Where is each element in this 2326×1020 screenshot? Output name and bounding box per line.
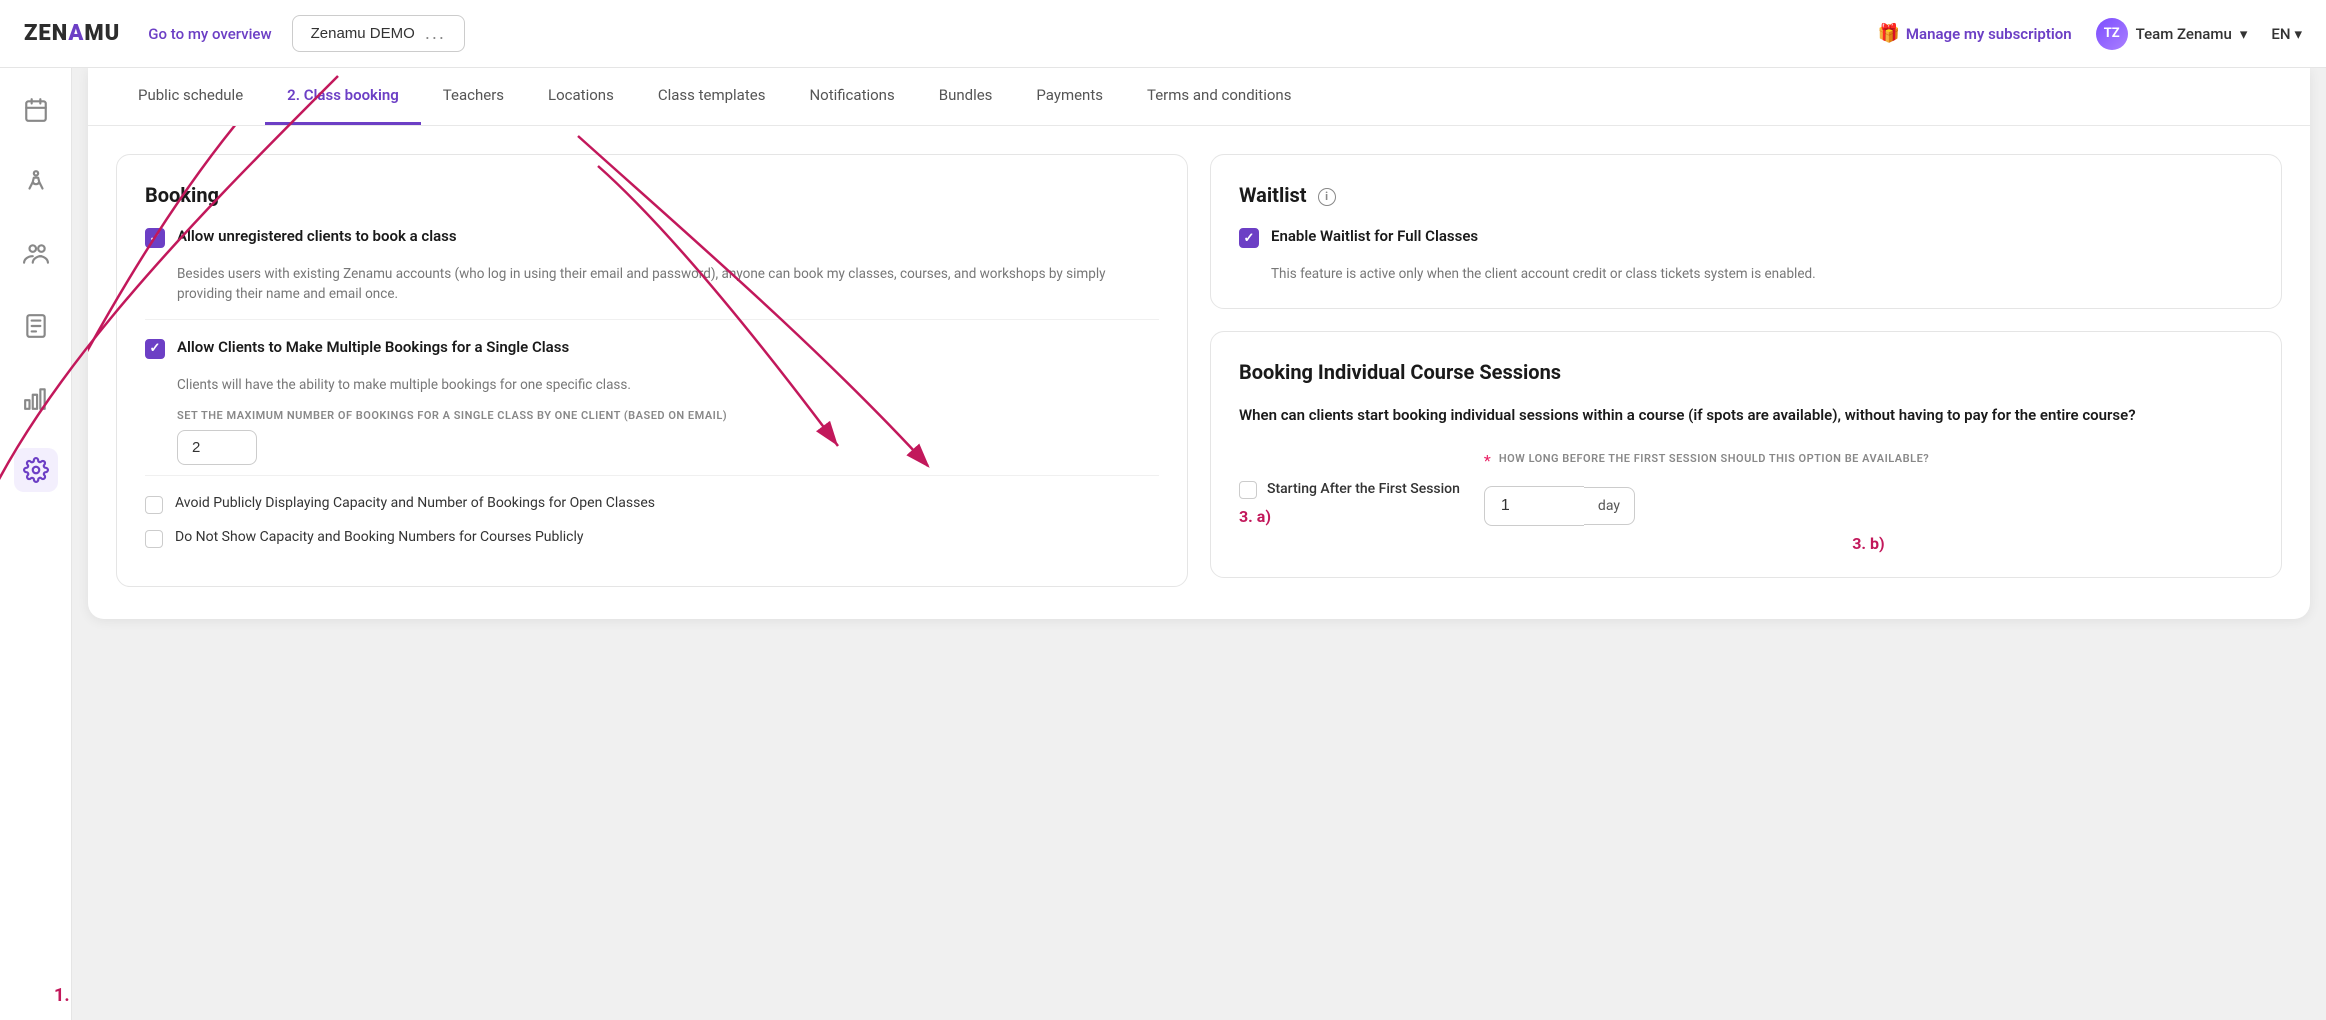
session-checkbox-label: Starting After the First Session [1267,481,1460,497]
checkbox-unregistered-label: Allow unregistered clients to book a cla… [177,227,457,245]
settings-panel: Public schedule 2. Class booking Teacher… [88,68,2310,619]
page-content: Booking Allow unregistered clients to bo… [88,126,2310,619]
waitlist-info-icon[interactable]: i [1318,188,1336,206]
checkbox-multiple: Allow Clients to Make Multiple Bookings … [145,338,1159,359]
checkbox-waitlist-label: Enable Waitlist for Full Classes [1271,227,1478,245]
booking-sessions-title: Booking Individual Course Sessions [1239,360,2253,384]
checkbox-hide-courses-box[interactable] [145,530,163,548]
chevron-down-icon: ▾ [2240,25,2248,43]
booking-card: Booking Allow unregistered clients to bo… [116,154,1188,587]
tab-terms-conditions[interactable]: Terms and conditions [1125,68,1313,125]
tabs-bar: Public schedule 2. Class booking Teacher… [88,68,2310,126]
right-column: Waitlist i Enable Waitlist for Full Clas… [1210,154,2282,587]
tab-class-templates[interactable]: Class templates [636,68,788,125]
waitlist-card: Waitlist i Enable Waitlist for Full Clas… [1210,154,2282,309]
logo: ZENAMU [24,21,120,46]
gift-icon: 🎁 [1878,23,1900,44]
main-layout: 1. Public schedule 2. Class booking Teac… [0,68,2326,1020]
tab-bundles[interactable]: Bundles [917,68,1015,125]
day-input[interactable] [1484,486,1584,526]
checkbox-multiple-label: Allow Clients to Make Multiple Bookings … [177,338,569,356]
divider-2 [145,475,1159,476]
day-suffix: day [1584,487,1635,525]
divider-1 [145,319,1159,320]
tab-payments[interactable]: Payments [1014,68,1125,125]
sidebar-item-analytics[interactable] [14,376,58,420]
checkbox-waitlist: Enable Waitlist for Full Classes [1239,227,2253,248]
checkbox-hide-courses: Do Not Show Capacity and Booking Numbers… [145,528,1159,548]
tab-class-booking[interactable]: 2. Class booking [265,68,421,125]
booking-card-title: Booking [145,183,1159,207]
sidebar: 1. [0,68,72,1020]
sidebar-item-groups[interactable] [14,232,58,276]
max-bookings-input[interactable] [177,430,257,465]
session-right: * HOW LONG BEFORE THE FIRST SESSION SHOU… [1484,451,2253,553]
tab-locations[interactable]: Locations [526,68,636,125]
content-area: Public schedule 2. Class booking Teacher… [72,68,2326,1020]
language-selector[interactable]: EN ▾ [2271,25,2302,43]
booking-sessions-desc: When can clients start booking individua… [1239,404,2253,427]
max-bookings-group: SET THE MAXIMUM NUMBER OF BOOKINGS FOR A… [177,409,1159,465]
top-bar: ZENAMU Go to my overview Zenamu DEMO ...… [0,0,2326,68]
checkbox-hide-courses-label: Do Not Show Capacity and Booking Numbers… [175,528,584,548]
waitlist-card-title: Waitlist i [1239,183,2253,207]
top-bar-right: 🎁 Manage my subscription TZ Team Zenamu … [1878,18,2303,50]
subscription-link[interactable]: 🎁 Manage my subscription [1878,23,2072,44]
demo-button[interactable]: Zenamu DEMO ... [292,15,465,52]
annotation-1: 1. [54,985,70,1006]
required-star: * [1484,451,1491,470]
annotation-3b: 3. b) [1484,534,2253,553]
booking-sessions-card: Booking Individual Course Sessions When … [1210,331,2282,578]
checkbox-waitlist-box[interactable] [1239,228,1259,248]
avatar: TZ [2096,18,2128,50]
sidebar-item-notes[interactable] [14,304,58,348]
checkbox-multiple-box[interactable] [145,339,165,359]
checkbox-hide-capacity-box[interactable] [145,496,163,514]
checkbox-multiple-desc: Clients will have the ability to make mu… [177,375,1159,395]
tab-teachers[interactable]: Teachers [421,68,526,125]
tab-public-schedule[interactable]: Public schedule [116,68,265,125]
session-left: Starting After the First Session 3. a) [1239,451,1460,526]
more-dots-icon[interactable]: ... [425,23,446,44]
max-bookings-label: SET THE MAXIMUM NUMBER OF BOOKINGS FOR A… [177,409,1159,422]
checkbox-unregistered-desc: Besides users with existing Zenamu accou… [177,264,1159,305]
sidebar-item-yoga[interactable] [14,160,58,204]
right-label: HOW LONG BEFORE THE FIRST SESSION SHOULD… [1499,451,1929,466]
chevron-down-icon: ▾ [2294,25,2302,43]
session-checkbox-area: Starting After the First Session [1239,479,1460,499]
sidebar-item-settings[interactable] [14,448,58,492]
tab-notifications[interactable]: Notifications [787,68,916,125]
waitlist-desc: This feature is active only when the cli… [1271,264,2253,284]
sidebar-item-calendar[interactable] [14,88,58,132]
user-menu[interactable]: TZ Team Zenamu ▾ [2096,18,2248,50]
overview-link[interactable]: Go to my overview [148,25,271,43]
checkbox-hide-capacity-label: Avoid Publicly Displaying Capacity and N… [175,494,655,514]
checkbox-unregistered: Allow unregistered clients to book a cla… [145,227,1159,248]
day-input-group: day [1484,486,2253,526]
sessions-row: Starting After the First Session 3. a) *… [1239,451,2253,553]
required-label-row: * HOW LONG BEFORE THE FIRST SESSION SHOU… [1484,451,2253,476]
checkbox-hide-capacity: Avoid Publicly Displaying Capacity and N… [145,494,1159,514]
checkbox-unregistered-box[interactable] [145,228,165,248]
annotation-3a: 3. a) [1239,507,1460,526]
session-checkbox-box[interactable] [1239,481,1257,499]
